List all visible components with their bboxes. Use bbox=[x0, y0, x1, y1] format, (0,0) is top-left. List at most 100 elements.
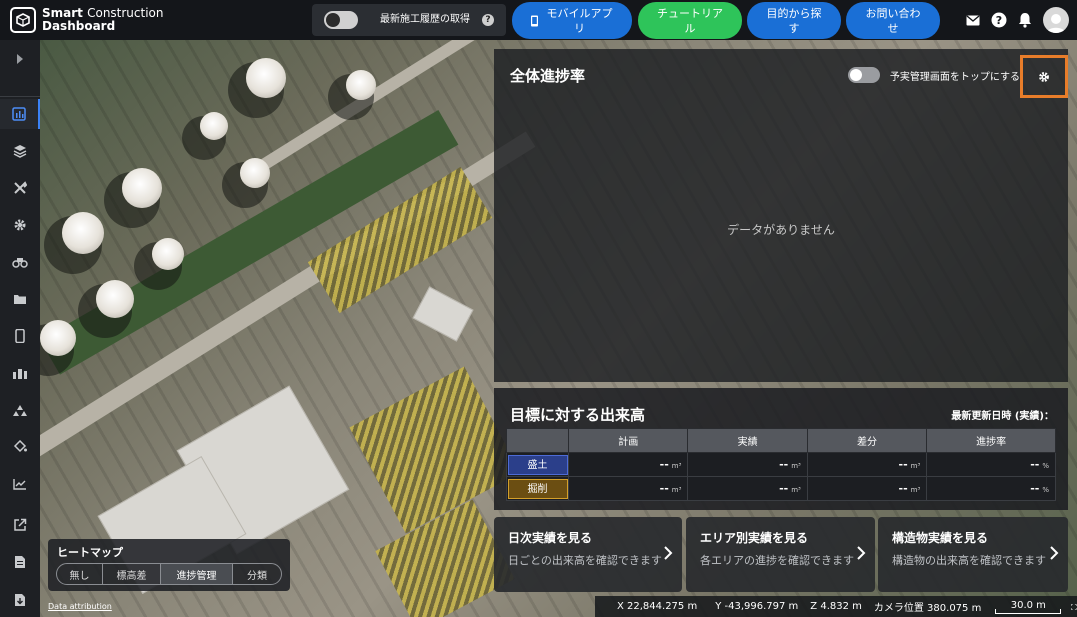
table-cell: -- m³ bbox=[687, 476, 808, 501]
layers-icon[interactable] bbox=[0, 136, 40, 166]
table-row: 盛土 -- m³ -- m³ -- m³ --% bbox=[506, 452, 1056, 477]
cell-value: -- bbox=[779, 458, 789, 471]
storage-tank bbox=[246, 58, 286, 98]
structure-results-title: 構造物実績を見る bbox=[892, 531, 989, 545]
daily-results-desc: 日ごとの出来高を確認できます bbox=[508, 554, 662, 567]
area-results-card[interactable]: エリア別実績を見る 各エリアの進捗を確認できます bbox=[686, 517, 875, 592]
set-as-top-toggle[interactable] bbox=[847, 67, 880, 83]
volume-table: 計画 実績 差分 進捗率 盛土 -- m³ -- m³ -- m³ --% 掘削 -- m³ -- m³… bbox=[506, 428, 1056, 501]
last-updated-label: 最新更新日時 (実績)： bbox=[951, 411, 1054, 422]
settings-icon[interactable] bbox=[0, 210, 40, 240]
heatmap-option-none[interactable]: 無し bbox=[57, 564, 103, 584]
cell-value: -- bbox=[898, 458, 908, 471]
tutorial-label: チュートリアル bbox=[657, 6, 723, 35]
table-row: 掘削 -- m³ -- m³ -- m³ --% bbox=[506, 476, 1056, 501]
contact-button[interactable]: お問い合わせ bbox=[846, 2, 940, 39]
paint-bucket-icon[interactable] bbox=[0, 432, 40, 462]
storage-tank bbox=[240, 158, 270, 188]
data-attribution-link[interactable]: Data attribution bbox=[48, 602, 112, 611]
cell-value: -- bbox=[1030, 458, 1040, 471]
overall-progress-panel: 全体進捗率 予実管理画面をトップにする データがありません bbox=[494, 49, 1068, 382]
cell-value: -- bbox=[779, 482, 789, 495]
mail-icon[interactable] bbox=[965, 12, 981, 28]
search-by-purpose-label: 目的から探す bbox=[766, 6, 822, 35]
history-fetch-toggle[interactable] bbox=[324, 11, 358, 29]
cell-unit: % bbox=[1042, 462, 1049, 470]
help-circle-icon[interactable]: ? bbox=[991, 12, 1007, 28]
table-header-blank bbox=[506, 428, 569, 453]
storage-tank bbox=[96, 280, 134, 318]
chevron-right-icon bbox=[857, 546, 866, 560]
table-cell: -- m³ bbox=[806, 452, 928, 477]
app-root: Smart Construction Dashboard 最新施工履歴の取得 ?… bbox=[0, 0, 1077, 617]
target-volume-title: 目標に対する出来高 bbox=[510, 406, 646, 424]
bell-icon[interactable] bbox=[1017, 12, 1033, 28]
storage-tank bbox=[40, 320, 76, 356]
chevron-right-icon bbox=[664, 546, 673, 560]
contact-label: お問い合わせ bbox=[865, 6, 921, 35]
tutorial-button[interactable]: チュートリアル bbox=[638, 2, 742, 39]
x-coordinate: X 22,844.275 m bbox=[617, 601, 698, 612]
cell-value: -- bbox=[1030, 482, 1040, 495]
folder-icon[interactable] bbox=[0, 284, 40, 314]
table-cell: -- m³ bbox=[567, 452, 689, 477]
line-chart-icon[interactable] bbox=[0, 469, 40, 499]
scale-bar: 30.0 m bbox=[995, 600, 1062, 614]
mobile-app-label: モバイルアプリ bbox=[546, 6, 613, 35]
terrain-icon[interactable] bbox=[0, 395, 40, 425]
y-coordinate: Y -43,996.797 m bbox=[715, 601, 799, 612]
top-page-toggle-group: 予実管理画面をトップにする bbox=[847, 67, 1020, 83]
expand-icon[interactable] bbox=[0, 44, 40, 74]
cell-unit: m³ bbox=[671, 486, 682, 494]
fullscreen-icon[interactable] bbox=[1071, 599, 1077, 615]
heatmap-segmented-control: 無し 標高差 進捗管理 分類 bbox=[56, 563, 282, 585]
tools-icon[interactable] bbox=[0, 173, 40, 203]
cell-unit: m³ bbox=[791, 462, 801, 470]
logo-icon bbox=[10, 7, 36, 33]
z-coordinate: Z 4.832 m bbox=[810, 601, 862, 612]
history-fetch-label: 最新施工履歴の取得 bbox=[380, 14, 470, 25]
top-icon-group: ? bbox=[965, 7, 1069, 33]
area-results-title: エリア別実績を見る bbox=[700, 531, 809, 545]
survey-icon[interactable] bbox=[0, 358, 40, 388]
table-cell: -- m³ bbox=[687, 452, 808, 477]
document-icon[interactable] bbox=[0, 547, 40, 577]
structure-results-desc: 構造物の出来高を確認できます bbox=[892, 554, 1046, 567]
table-cell: --% bbox=[926, 476, 1056, 501]
dashboard-icon[interactable] bbox=[0, 99, 40, 129]
mobile-app-button[interactable]: モバイルアプリ bbox=[512, 2, 632, 39]
area-results-desc: 各エリアの進捗を確認できます bbox=[700, 554, 854, 567]
daily-results-card[interactable]: 日次実績を見る 日ごとの出来高を確認できます bbox=[494, 517, 682, 592]
structure-results-card[interactable]: 構造物実績を見る 構造物の出来高を確認できます bbox=[878, 517, 1068, 592]
history-fetch-group: 最新施工履歴の取得 ? bbox=[312, 4, 506, 36]
panel-settings-button[interactable] bbox=[1020, 55, 1068, 98]
top-bar: Smart Construction Dashboard 最新施工履歴の取得 ?… bbox=[0, 0, 1077, 40]
help-icon[interactable]: ? bbox=[482, 14, 494, 26]
building bbox=[412, 286, 474, 342]
cell-unit: m³ bbox=[791, 486, 801, 494]
daily-results-title: 日次実績を見る bbox=[508, 531, 593, 545]
mobile-device-icon[interactable] bbox=[0, 321, 40, 351]
column-header-actual: 実績 bbox=[687, 428, 808, 453]
heatmap-option-classification[interactable]: 分類 bbox=[233, 564, 281, 584]
download-icon[interactable] bbox=[0, 585, 40, 615]
sidebar-divider bbox=[0, 96, 40, 97]
external-link-icon[interactable] bbox=[0, 510, 40, 540]
search-by-purpose-button[interactable]: 目的から探す bbox=[747, 2, 841, 39]
heatmap-option-elevation[interactable]: 標高差 bbox=[103, 564, 161, 584]
column-header-plan: 計画 bbox=[567, 428, 689, 453]
heatmap-title: ヒートマップ bbox=[57, 546, 123, 559]
cell-unit: m³ bbox=[910, 486, 921, 494]
sidebar bbox=[0, 40, 40, 617]
cell-unit: m³ bbox=[671, 462, 682, 470]
heatmap-option-progress[interactable]: 進捗管理 bbox=[161, 564, 233, 584]
machinery-icon[interactable] bbox=[0, 247, 40, 277]
table-cell: --% bbox=[926, 452, 1056, 477]
app-logo[interactable]: Smart Construction Dashboard bbox=[10, 7, 210, 33]
user-avatar[interactable] bbox=[1043, 7, 1069, 33]
overall-progress-title: 全体進捗率 bbox=[510, 67, 586, 85]
column-header-progress-rate: 進捗率 bbox=[926, 428, 1056, 453]
chevron-right-icon bbox=[1050, 546, 1059, 560]
app-title: Smart Construction Dashboard bbox=[42, 7, 164, 33]
storage-tank bbox=[346, 70, 376, 100]
